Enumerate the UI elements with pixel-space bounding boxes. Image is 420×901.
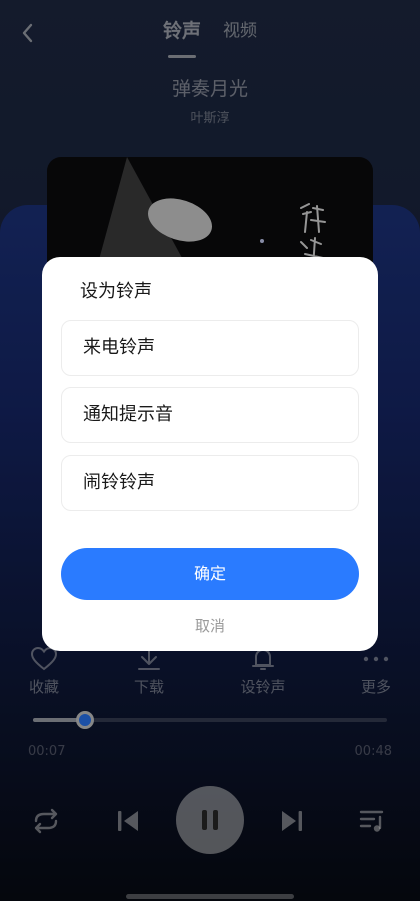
confirm-button[interactable]: 确定: [61, 548, 359, 600]
dialog-title: 设为铃声: [80, 281, 152, 302]
option-notification-sound[interactable]: 通知提示音: [61, 387, 359, 443]
option-alarm-ringtone[interactable]: 闹铃铃声: [61, 455, 359, 511]
ringtone-dialog: 设为铃声 来电铃声 通知提示音 闹铃铃声 确定 取消: [42, 257, 378, 651]
option-call-ringtone[interactable]: 来电铃声: [61, 320, 359, 376]
cancel-button[interactable]: 取消: [42, 615, 378, 636]
